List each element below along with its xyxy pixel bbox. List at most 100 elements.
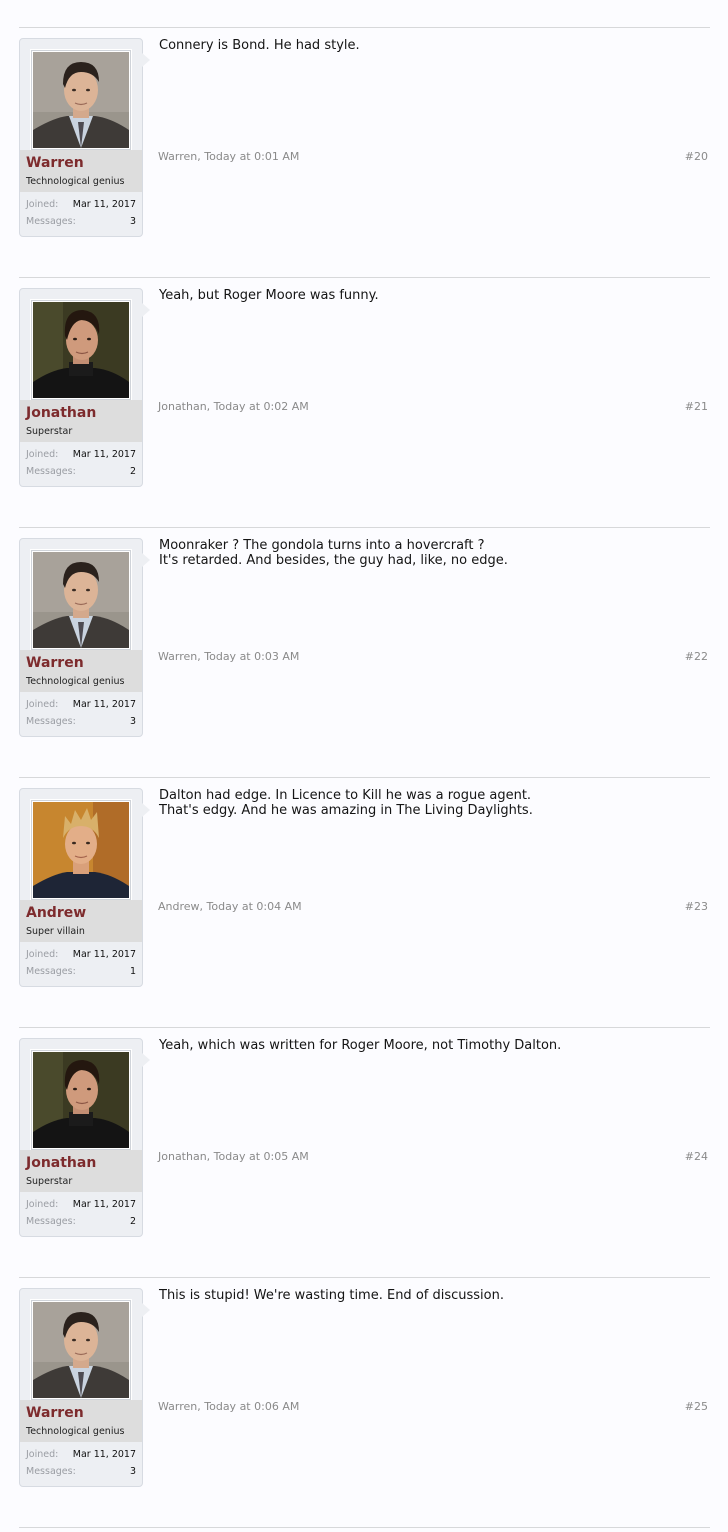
stat-messages: Messages: 2: [26, 466, 136, 483]
post-attribution[interactable]: Jonathan, Today at 0:05 AM: [158, 1150, 309, 1163]
post-attribution[interactable]: Warren, Today at 0:03 AM: [158, 650, 299, 663]
stat-joined-label: Joined:: [26, 1199, 59, 1210]
user-stats: Joined: Mar 11, 2017 Messages: 3: [26, 699, 136, 733]
message-line: Dalton had edge. In Licence to Kill he w…: [159, 788, 532, 803]
avatar-image[interactable]: [33, 52, 129, 148]
post-attribution[interactable]: Warren, Today at 0:01 AM: [158, 150, 299, 163]
post: Warren Technological genius Joined: Mar …: [19, 27, 710, 278]
post-permalink[interactable]: #23: [685, 900, 708, 913]
post-permalink[interactable]: #22: [685, 650, 708, 663]
user-info-block: Andrew Super villain Joined: Mar 11, 201…: [19, 788, 150, 987]
post: Jonathan Superstar Joined: Mar 11, 2017 …: [19, 1027, 710, 1278]
avatar[interactable]: [31, 300, 131, 400]
stat-joined-label: Joined:: [26, 949, 59, 960]
stat-joined: Joined: Mar 11, 2017: [26, 1199, 136, 1216]
user-info-block: Jonathan Superstar Joined: Mar 11, 2017 …: [19, 1038, 150, 1237]
user-title: Technological genius: [26, 1426, 125, 1437]
message-line: It's retarded. And besides, the guy had,…: [159, 553, 508, 568]
stat-messages: Messages: 3: [26, 1466, 136, 1483]
name-band: Andrew Super villain: [20, 900, 142, 942]
stat-joined: Joined: Mar 11, 2017: [26, 699, 136, 716]
stat-messages: Messages: 2: [26, 1216, 136, 1233]
avatar[interactable]: [31, 1300, 131, 1400]
user-block-pointer: [142, 553, 150, 567]
thread-post-list: Warren Technological genius Joined: Mar …: [0, 0, 728, 1532]
message-line: Connery is Bond. He had style.: [159, 38, 360, 53]
username-link[interactable]: Warren: [26, 1405, 84, 1421]
user-stats: Joined: Mar 11, 2017 Messages: 3: [26, 1449, 136, 1483]
message-line: Yeah, but Roger Moore was funny.: [159, 288, 379, 303]
user-stats: Joined: Mar 11, 2017 Messages: 3: [26, 199, 136, 233]
username-link[interactable]: Jonathan: [26, 1155, 96, 1171]
avatar[interactable]: [31, 800, 131, 900]
user-info-block: Jonathan Superstar Joined: Mar 11, 2017 …: [19, 288, 150, 487]
post-attribution[interactable]: Warren, Today at 0:06 AM: [158, 1400, 299, 1413]
stat-joined-label: Joined:: [26, 449, 59, 460]
stat-messages-label: Messages:: [26, 966, 76, 977]
post: Warren Technological genius Joined: Mar …: [19, 527, 710, 778]
stat-messages-value[interactable]: 2: [130, 466, 136, 477]
message-line: Moonraker ? The gondola turns into a hov…: [159, 538, 485, 553]
user-block-pointer: [142, 303, 150, 317]
stat-joined-value: Mar 11, 2017: [72, 699, 136, 710]
stat-messages-label: Messages:: [26, 216, 76, 227]
stat-joined: Joined: Mar 11, 2017: [26, 949, 136, 966]
name-band: Warren Technological genius: [20, 650, 142, 692]
post-permalink[interactable]: #20: [685, 150, 708, 163]
user-info-block: Warren Technological genius Joined: Mar …: [19, 538, 150, 737]
user-title: Superstar: [26, 426, 73, 437]
avatar[interactable]: [31, 1050, 131, 1150]
post-permalink[interactable]: #25: [685, 1400, 708, 1413]
avatar-image[interactable]: [33, 802, 129, 898]
post-attribution[interactable]: Andrew, Today at 0:04 AM: [158, 900, 302, 913]
user-stats: Joined: Mar 11, 2017 Messages: 2: [26, 1199, 136, 1233]
user-block-pointer: [142, 53, 150, 67]
stat-messages-label: Messages:: [26, 716, 76, 727]
user-stats: Joined: Mar 11, 2017 Messages: 1: [26, 949, 136, 983]
username-link[interactable]: Warren: [26, 655, 84, 671]
avatar[interactable]: [31, 550, 131, 650]
stat-messages: Messages: 1: [26, 966, 136, 983]
name-band: Jonathan Superstar: [20, 1150, 142, 1192]
stat-messages-value[interactable]: 2: [130, 1216, 136, 1227]
user-block-pointer: [142, 1303, 150, 1317]
name-band: Warren Technological genius: [20, 1400, 142, 1442]
post-permalink[interactable]: #21: [685, 400, 708, 413]
user-block-pointer: [142, 1053, 150, 1067]
username-link[interactable]: Andrew: [26, 905, 86, 921]
avatar[interactable]: [31, 50, 131, 150]
stat-messages-value[interactable]: 1: [130, 966, 136, 977]
stat-joined-label: Joined:: [26, 199, 59, 210]
post-attribution[interactable]: Jonathan, Today at 0:02 AM: [158, 400, 309, 413]
avatar-image[interactable]: [33, 552, 129, 648]
user-info-block: Warren Technological genius Joined: Mar …: [19, 1288, 150, 1487]
stat-joined-value: Mar 11, 2017: [72, 949, 136, 960]
name-band: Warren Technological genius: [20, 150, 142, 192]
username-link[interactable]: Warren: [26, 155, 84, 171]
stat-messages-label: Messages:: [26, 1216, 76, 1227]
message-body: This is stupid! We're wasting time. End …: [159, 1288, 704, 1303]
avatar-image[interactable]: [33, 302, 129, 398]
name-band: Jonathan Superstar: [20, 400, 142, 442]
user-info-block: Warren Technological genius Joined: Mar …: [19, 38, 150, 237]
user-title: Technological genius: [26, 176, 125, 187]
stat-messages-value[interactable]: 3: [130, 716, 136, 727]
avatar-image[interactable]: [33, 1302, 129, 1398]
message-line: That's edgy. And he was amazing in The L…: [159, 803, 533, 818]
user-block-pointer: [142, 803, 150, 817]
avatar-image[interactable]: [33, 1052, 129, 1148]
user-title: Superstar: [26, 1176, 73, 1187]
stat-messages-value[interactable]: 3: [130, 216, 136, 227]
username-link[interactable]: Jonathan: [26, 405, 96, 421]
message-line: Yeah, which was written for Roger Moore,…: [159, 1038, 562, 1053]
user-title: Super villain: [26, 926, 85, 937]
stat-messages: Messages: 3: [26, 716, 136, 733]
stat-joined-label: Joined:: [26, 1449, 59, 1460]
user-title: Technological genius: [26, 676, 125, 687]
post: Jonathan Superstar Joined: Mar 11, 2017 …: [19, 277, 710, 528]
message-body: Connery is Bond. He had style.: [159, 38, 704, 53]
stat-joined-label: Joined:: [26, 699, 59, 710]
stat-joined: Joined: Mar 11, 2017: [26, 199, 136, 216]
stat-messages-value[interactable]: 3: [130, 1466, 136, 1477]
post-permalink[interactable]: #24: [685, 1150, 708, 1163]
